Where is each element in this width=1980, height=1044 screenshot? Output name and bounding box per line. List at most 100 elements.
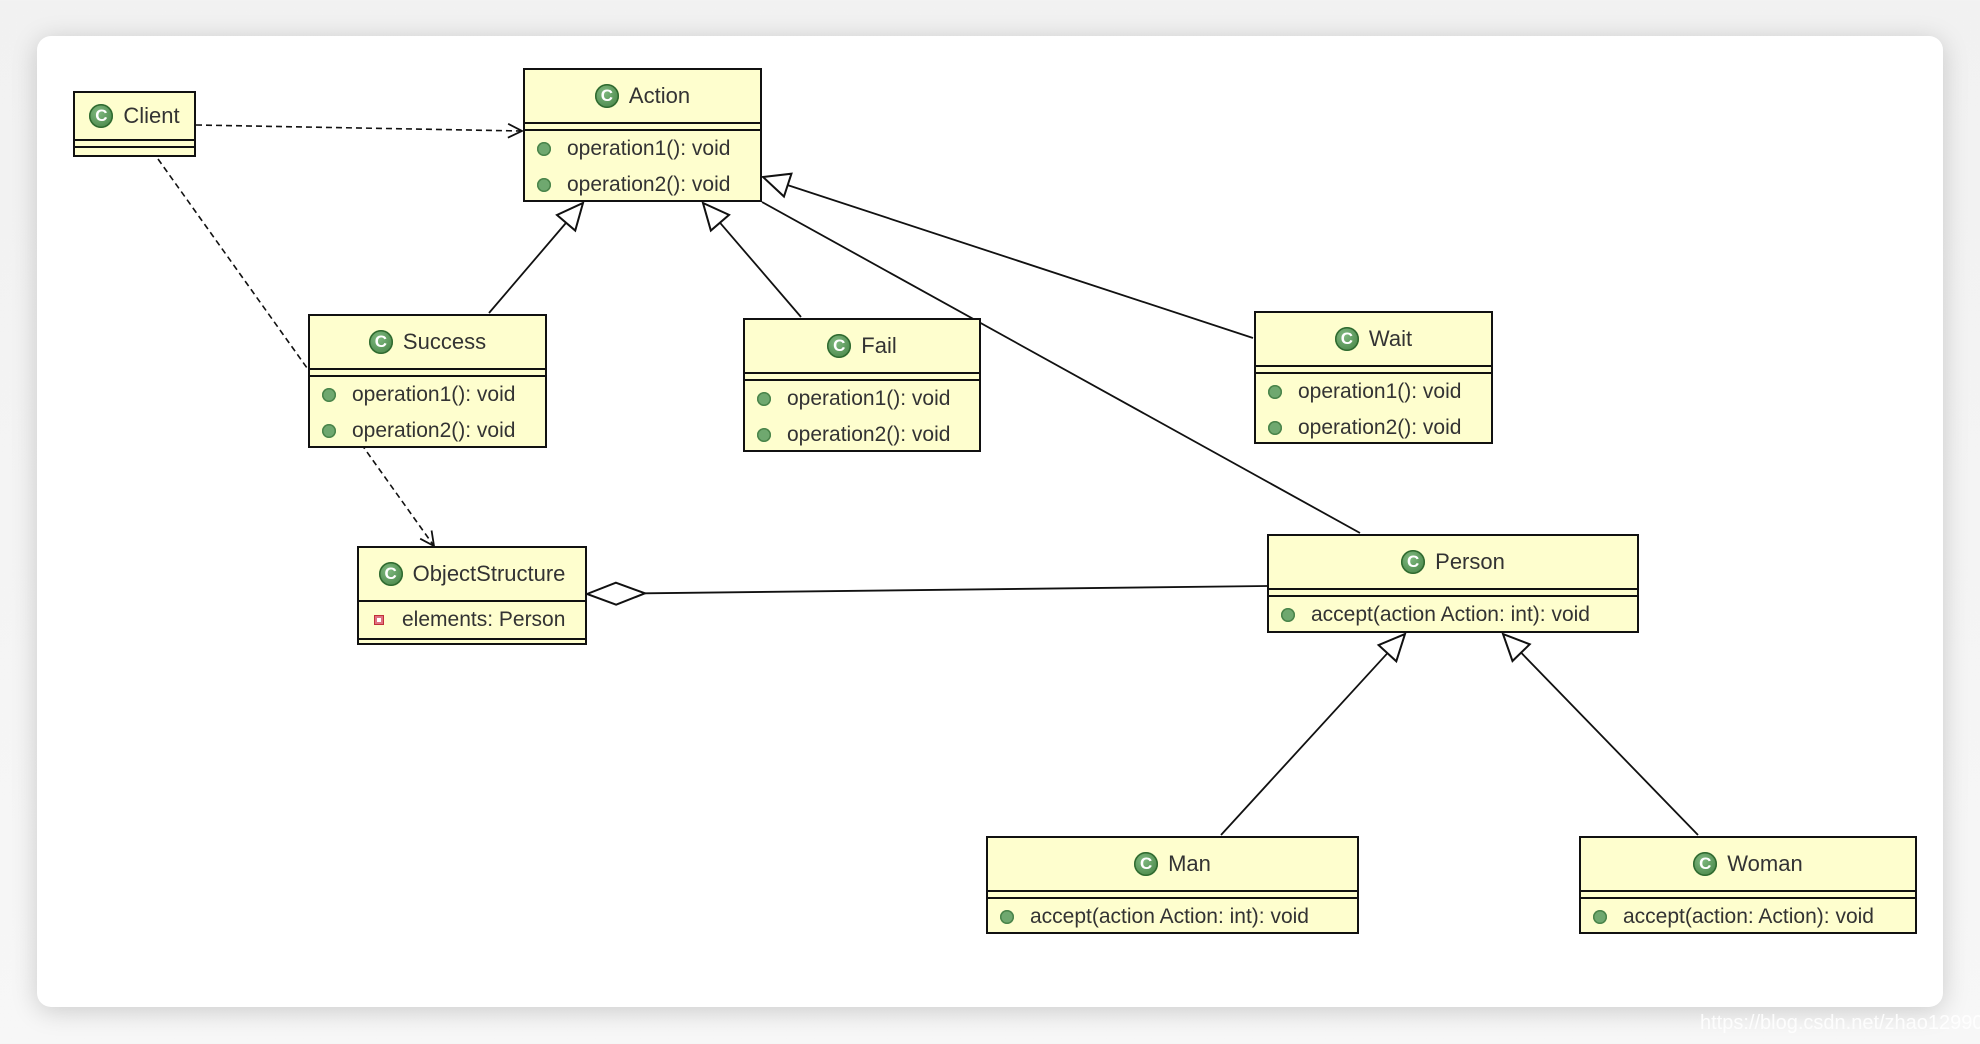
class-name: Success [402, 329, 487, 354]
method-text: accept(action: Action): void [1623, 905, 1874, 928]
public-method-icon [537, 142, 551, 156]
methods-section [359, 638, 585, 645]
method-text: operation2(): void [352, 419, 516, 442]
method-row[interactable]: operation1(): void [745, 381, 979, 417]
method-text: operation1(): void [1298, 380, 1462, 403]
public-method-icon [1593, 910, 1607, 924]
class-man[interactable]: C Man accept(action Action: int): void [986, 836, 1359, 934]
method-row[interactable]: operation2(): void [1256, 410, 1491, 446]
method-row[interactable]: operation2(): void [745, 417, 979, 453]
public-method-icon [757, 428, 771, 442]
class-header: C ObjectStructure [359, 548, 585, 600]
method-row[interactable]: operation1(): void [525, 131, 760, 167]
methods-section: operation1(): void operation2(): void [525, 129, 760, 203]
class-header: C Action [525, 70, 760, 122]
wait-action-generalization [787, 184, 1254, 339]
objectstructure-person-aggregation-arrowhead [584, 581, 648, 606]
fail-action-generalization-arrowhead [701, 201, 731, 233]
class-name: Client [123, 103, 180, 128]
method-text: accept(action Action: int): void [1311, 603, 1590, 626]
method-row[interactable]: accept(action Action: int): void [988, 899, 1357, 935]
fields-section [1256, 365, 1491, 372]
class-name: Wait [1368, 326, 1413, 351]
fields-section [745, 372, 979, 379]
public-method-icon [1268, 385, 1282, 399]
watermark: https://blog.csdn.net/zhao1299002788 [1700, 1012, 1980, 1034]
fields-section: elements: Person [359, 600, 585, 638]
method-row[interactable]: operation1(): void [310, 377, 545, 413]
class-success[interactable]: C Success operation1(): void operation2(): … [308, 314, 547, 448]
woman-person-generalization [1520, 652, 1699, 836]
class-name: Woman [1727, 851, 1803, 876]
class-name: ObjectStructure [412, 561, 566, 586]
wait-action-generalization-arrowhead [760, 172, 793, 199]
method-row[interactable]: operation1(): void [1256, 374, 1491, 410]
class-c-icon: C [89, 104, 114, 128]
class-header: C Person [1269, 536, 1637, 588]
objectstructure-person-aggregation [644, 585, 1268, 595]
public-method-icon [1268, 421, 1282, 435]
success-action-generalization-arrowhead [555, 201, 585, 233]
class-header: C Client [75, 93, 194, 139]
method-text: accept(action Action: int): void [1030, 905, 1309, 928]
public-method-icon [322, 388, 336, 402]
class-c-icon: C [1401, 550, 1426, 574]
public-method-icon [322, 424, 336, 438]
class-header: C Wait [1256, 313, 1491, 365]
fields-section [75, 139, 194, 146]
class-header: C Success [310, 316, 545, 368]
fields-section [310, 368, 545, 375]
client-action-dependency [195, 124, 523, 132]
class-name: Action [628, 83, 691, 108]
method-row[interactable]: accept(action: Action): void [1581, 899, 1915, 935]
methods-section: accept(action Action: int): void [1269, 595, 1637, 633]
public-method-icon [1000, 910, 1014, 924]
success-action-generalization [488, 222, 567, 314]
method-row[interactable]: operation2(): void [310, 413, 545, 449]
method-text: operation2(): void [567, 173, 731, 196]
man-person-generalization [1220, 652, 1389, 836]
method-row[interactable]: operation2(): void [525, 167, 760, 203]
methods-section [75, 146, 194, 153]
class-c-icon: C [594, 84, 619, 108]
fields-section [1581, 890, 1915, 897]
field-text: elements: Person [402, 608, 566, 631]
methods-section: operation1(): void operation2(): void [1256, 372, 1491, 446]
method-text: operation2(): void [1298, 416, 1462, 439]
public-method-icon [537, 178, 551, 192]
fields-section [988, 890, 1357, 897]
methods-section: accept(action: Action): void [1581, 897, 1915, 935]
fields-section [1269, 588, 1637, 595]
class-header: C Woman [1581, 838, 1915, 890]
class-client[interactable]: C Client [73, 91, 196, 157]
method-text: operation1(): void [352, 383, 516, 406]
class-woman[interactable]: C Woman accept(action: Action): void [1579, 836, 1917, 934]
class-fail[interactable]: C Fail operation1(): void operation2(): voi… [743, 318, 981, 452]
class-action[interactable]: C Action operation1(): void operation2(): v… [523, 68, 762, 202]
class-objectstructure[interactable]: C ObjectStructure elements: Person [357, 546, 587, 645]
class-c-icon: C [827, 334, 852, 358]
methods-section: operation1(): void operation2(): void [745, 379, 979, 453]
class-header: C Fail [745, 320, 979, 372]
methods-section: accept(action Action: int): void [988, 897, 1357, 935]
class-person[interactable]: C Person accept(action Action: int): void [1267, 534, 1639, 633]
class-c-icon: C [1134, 852, 1159, 876]
field-row[interactable]: elements: Person [359, 602, 585, 638]
class-name: Man [1168, 851, 1211, 876]
class-wait[interactable]: C Wait operation1(): void operation2(): voi… [1254, 311, 1493, 444]
public-method-icon [1281, 608, 1295, 622]
class-c-icon: C [378, 562, 403, 586]
method-text: operation1(): void [787, 387, 951, 410]
method-row[interactable]: accept(action Action: int): void [1269, 597, 1637, 633]
methods-section: operation1(): void operation2(): void [310, 375, 545, 449]
class-c-icon: C [1334, 327, 1359, 351]
private-field-icon [374, 615, 384, 625]
class-name: Fail [861, 333, 897, 358]
public-method-icon [757, 392, 771, 406]
class-c-icon: C [368, 330, 393, 354]
fields-section [525, 122, 760, 129]
fail-action-generalization [719, 222, 802, 318]
method-text: operation2(): void [787, 423, 951, 446]
class-header: C Man [988, 838, 1357, 890]
class-c-icon: C [1693, 852, 1718, 876]
